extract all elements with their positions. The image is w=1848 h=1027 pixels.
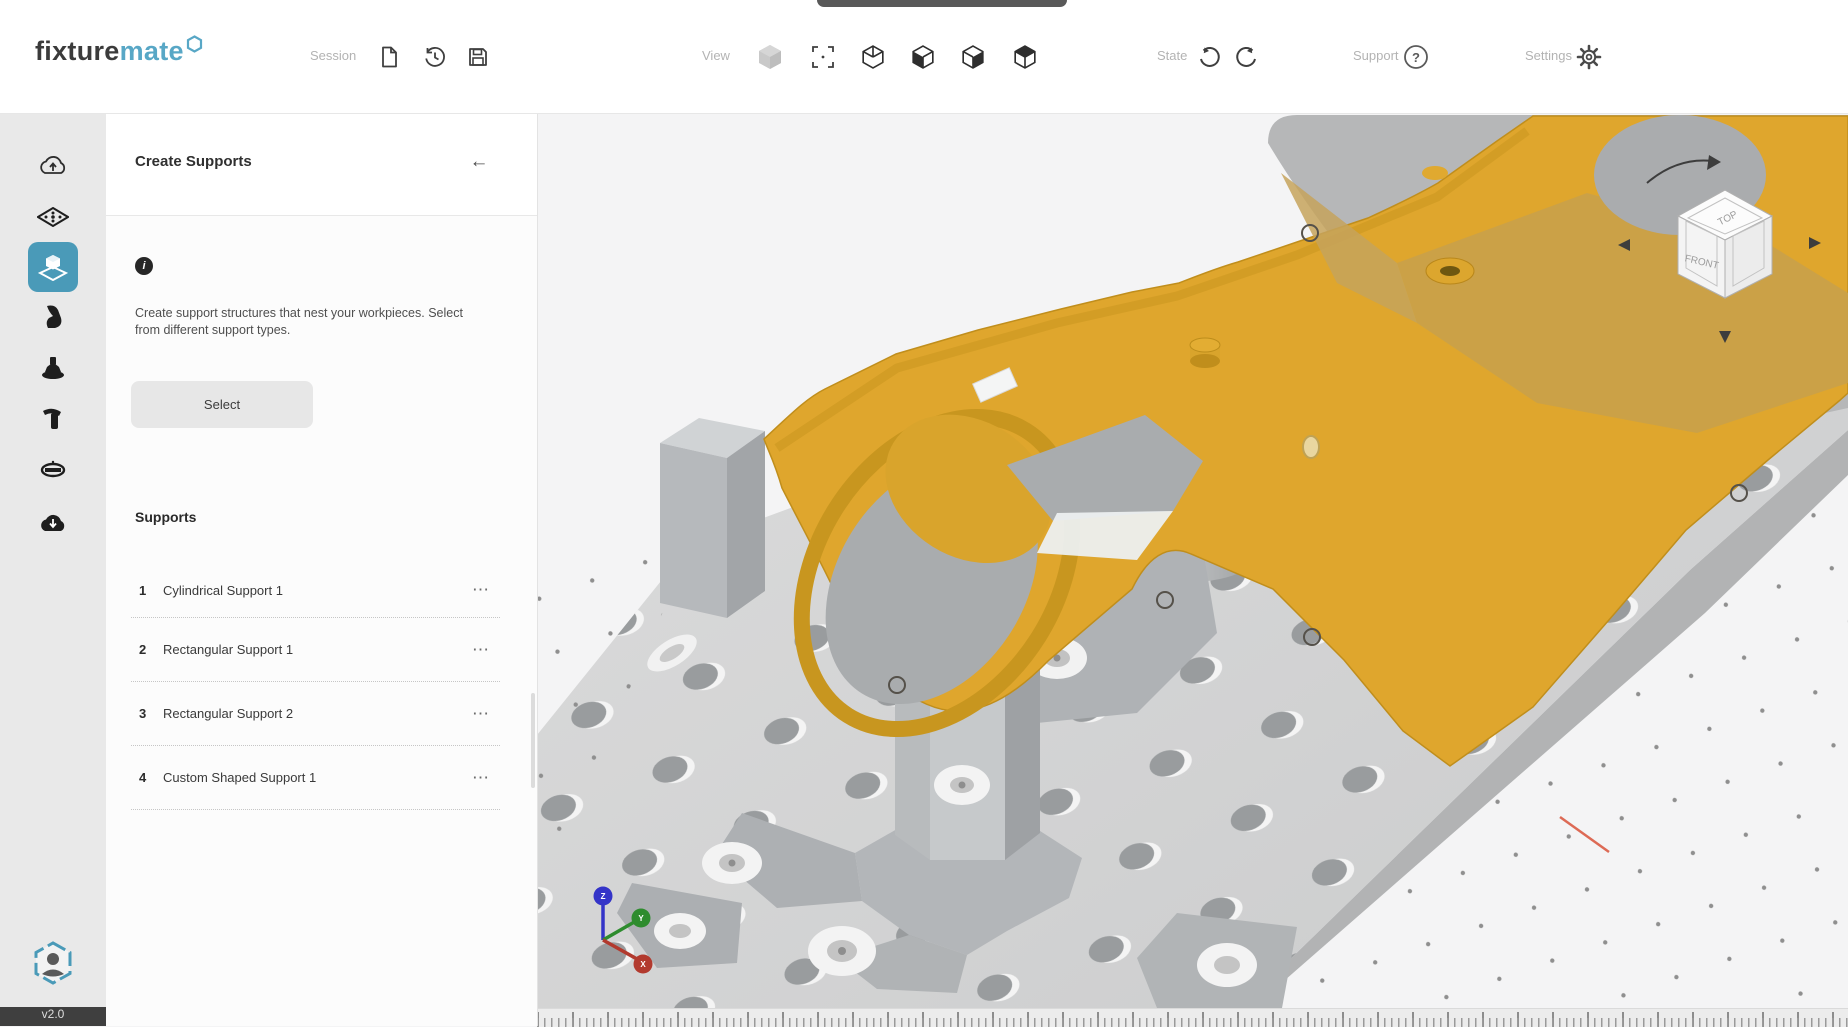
state-label: State xyxy=(1157,48,1187,63)
item-menu-icon[interactable]: ⋯ xyxy=(466,640,496,660)
panel-title: Create Supports xyxy=(135,153,252,170)
support-list-item[interactable]: 2 Rectangular Support 1 ⋯ xyxy=(131,618,500,682)
session-history-icon[interactable] xyxy=(418,40,452,74)
support-list-item[interactable]: 4 Custom Shaped Support 1 ⋯ xyxy=(131,746,500,810)
redo-icon[interactable] xyxy=(1230,40,1264,74)
panel-description: Create support structures that nest your… xyxy=(135,305,487,339)
supports-list: 1 Cylindrical Support 1 ⋯ 2 Rectangular … xyxy=(131,563,500,810)
viewport-3d[interactable]: TOP FRONT Z Y X xyxy=(537,113,1848,1008)
scene-canvas[interactable]: TOP FRONT Z Y X xyxy=(537,113,1848,1008)
axis-y-label: Y xyxy=(638,914,644,923)
tool-sidebar xyxy=(0,113,107,1026)
front-view-icon[interactable] xyxy=(906,40,940,74)
support-name: Custom Shaped Support 1 xyxy=(163,770,316,785)
svg-text:?: ? xyxy=(1412,50,1420,65)
user-avatar[interactable] xyxy=(31,941,75,985)
top-toolbar: fixturemate Session View State Support ? xyxy=(0,0,1848,114)
cloud-download-icon[interactable] xyxy=(35,504,71,540)
support-name: Rectangular Support 1 xyxy=(163,642,293,657)
puck-support-icon[interactable] xyxy=(35,452,71,488)
help-icon[interactable]: ? xyxy=(1399,40,1433,74)
undo-icon[interactable] xyxy=(1192,40,1226,74)
new-session-icon[interactable] xyxy=(372,40,406,74)
session-label: Session xyxy=(310,48,356,63)
top-view-icon[interactable] xyxy=(1008,40,1042,74)
suction-mount-icon[interactable] xyxy=(35,350,71,386)
clamp-icon[interactable] xyxy=(35,299,71,335)
zoom-fit-icon[interactable] xyxy=(806,40,840,74)
save-session-icon[interactable] xyxy=(461,40,495,74)
item-menu-icon[interactable]: ⋯ xyxy=(466,704,496,724)
info-icon: i xyxy=(135,257,153,275)
logo-hexagon-icon xyxy=(186,30,203,61)
create-supports-tool-active[interactable] xyxy=(28,242,78,292)
rectangular-support[interactable] xyxy=(660,418,765,618)
support-index: 1 xyxy=(139,583,163,598)
item-menu-icon[interactable]: ⋯ xyxy=(466,768,496,788)
cloud-upload-icon[interactable] xyxy=(35,147,71,183)
panel-header: Create Supports ← xyxy=(106,113,537,216)
support-name: Rectangular Support 2 xyxy=(163,706,293,721)
support-label: Support xyxy=(1353,48,1399,63)
toggle-clamp-icon[interactable] xyxy=(35,400,71,436)
shaded-view-icon[interactable] xyxy=(753,40,787,74)
top-popup-remnant xyxy=(817,0,1067,7)
supports-heading: Supports xyxy=(135,509,196,525)
axis-x-label: X xyxy=(640,960,646,969)
version-badge: v2.0 xyxy=(0,1007,106,1026)
support-index: 3 xyxy=(139,706,163,721)
support-index: 2 xyxy=(139,642,163,657)
right-view-icon[interactable] xyxy=(956,40,990,74)
panel-scrollbar[interactable] xyxy=(531,693,535,788)
app-logo[interactable]: fixturemate xyxy=(35,36,203,67)
select-button[interactable]: Select xyxy=(131,381,313,428)
support-list-item[interactable]: 3 Rectangular Support 2 ⋯ xyxy=(131,682,500,746)
item-menu-icon[interactable]: ⋯ xyxy=(466,580,496,600)
support-list-item[interactable]: 1 Cylindrical Support 1 ⋯ xyxy=(131,563,500,618)
view-label: View xyxy=(702,48,730,63)
logo-text-fixture: fixture xyxy=(35,36,120,67)
settings-gear-icon[interactable] xyxy=(1572,40,1606,74)
axis-z-label: Z xyxy=(601,892,606,901)
create-supports-panel: Create Supports ← i Create support struc… xyxy=(106,113,538,1026)
back-arrow-icon[interactable]: ← xyxy=(464,147,494,177)
scale-ruler xyxy=(537,1008,1848,1027)
base-plate-icon[interactable] xyxy=(35,199,71,235)
isometric-view-icon[interactable] xyxy=(856,40,890,74)
support-name: Cylindrical Support 1 xyxy=(163,583,283,598)
settings-label: Settings xyxy=(1525,48,1572,63)
logo-text-mate: mate xyxy=(120,36,184,67)
support-index: 4 xyxy=(139,770,163,785)
